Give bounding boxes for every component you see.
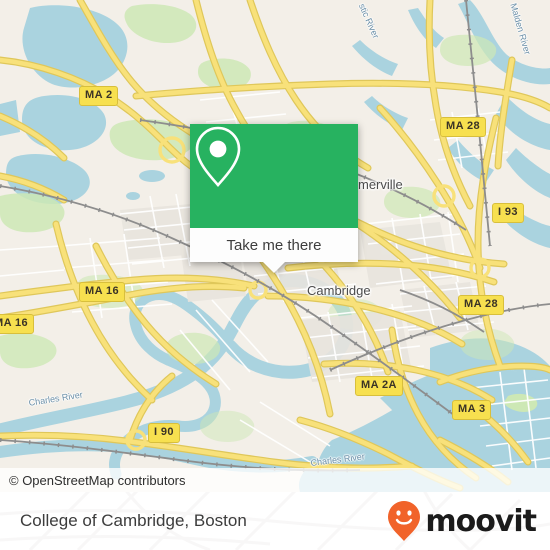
location-popup-card[interactable]: Take me there <box>190 124 358 273</box>
take-me-there-button[interactable]: Take me there <box>190 228 358 262</box>
road-shield-i-90[interactable]: I 90 <box>148 423 180 443</box>
popup-pointer <box>263 262 285 273</box>
popup-pin-area <box>190 124 358 228</box>
take-me-there-label: Take me there <box>226 236 322 254</box>
moovit-smiley-pin-icon <box>388 501 421 541</box>
road-shield-ma-16[interactable]: MA 16 <box>79 282 125 302</box>
road-shield-ma-3[interactable]: MA 3 <box>452 400 492 420</box>
map-canvas[interactable]: merville Cambridge Malden River stic Riv… <box>0 0 550 492</box>
page-title: College of Cambridge, Boston <box>20 492 247 550</box>
moovit-wordmark: moovit <box>425 503 537 539</box>
road-shield-ma-2[interactable]: MA 2 <box>79 86 119 106</box>
map-pin-icon <box>195 126 241 187</box>
road-shield-ma-16-west[interactable]: MA 16 <box>0 314 34 334</box>
footer-title-text: College of Cambridge, Boston <box>20 511 247 530</box>
moovit-brand[interactable]: moovit <box>387 492 537 550</box>
footer-bar: College of Cambridge, Boston moovit <box>0 492 550 550</box>
place-label-cambridge: Cambridge <box>307 283 371 298</box>
road-shield-i-93[interactable]: I 93 <box>492 203 524 223</box>
osm-attribution-text[interactable]: © OpenStreetMap contributors <box>0 473 186 488</box>
place-label-somerville: merville <box>358 177 403 192</box>
map-attribution-bar: © OpenStreetMap contributors <box>0 468 550 492</box>
road-shield-ma-2a[interactable]: MA 2A <box>355 376 403 396</box>
road-shield-ma-28-north[interactable]: MA 28 <box>440 117 486 137</box>
moovit-map-screen: merville Cambridge Malden River stic Riv… <box>0 0 550 550</box>
road-shield-ma-28-east[interactable]: MA 28 <box>458 295 504 315</box>
